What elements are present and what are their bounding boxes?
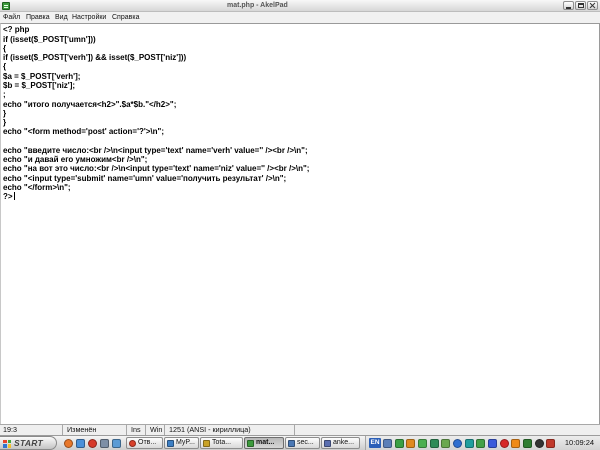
code-line[interactable]: } xyxy=(3,118,593,127)
code-line[interactable]: $a = $_POST['verh']; xyxy=(3,72,593,81)
tray-app-icon[interactable] xyxy=(476,439,485,448)
quick-launch-icon[interactable] xyxy=(112,439,121,448)
code-line[interactable]: } xyxy=(3,109,593,118)
code-line[interactable]: echo "и давай его умножим<br />\n"; xyxy=(3,155,593,164)
tray-app-icon[interactable] xyxy=(430,439,439,448)
code-line[interactable]: ; xyxy=(3,90,593,99)
tray-app-icon[interactable] xyxy=(395,439,404,448)
taskbar-button-label: Tota... xyxy=(212,439,232,446)
quick-launch-icon[interactable] xyxy=(64,439,73,448)
code-line[interactable]: echo "<input type='submit' name='umn' va… xyxy=(3,174,593,183)
code-line[interactable]: echo "<form method='post' action='?'>\n"… xyxy=(3,127,593,136)
start-button[interactable]: START xyxy=(0,436,57,450)
tray-app-icon[interactable] xyxy=(383,439,392,448)
menu-view[interactable]: Вид xyxy=(55,12,68,23)
tray-app-icon[interactable] xyxy=(546,439,555,448)
tray-app-icon[interactable] xyxy=(523,439,532,448)
app-icon xyxy=(167,440,174,447)
menu-help[interactable]: Справка xyxy=(112,12,139,23)
tray-app-icon[interactable] xyxy=(500,439,509,448)
clock[interactable]: 10:09:24 xyxy=(560,436,599,450)
language-indicator[interactable]: EN xyxy=(369,438,381,448)
code-line[interactable]: if (isset($_POST['umn'])) xyxy=(3,35,593,44)
status-filler xyxy=(294,425,600,435)
taskbar: START Отв... MyP... Tota... mat... sec..… xyxy=(0,435,600,450)
code-line[interactable]: echo "на вот это число:<br />\n<input ty… xyxy=(3,164,593,173)
tray-app-icon[interactable] xyxy=(418,439,427,448)
tray-app-icon[interactable] xyxy=(465,439,474,448)
code-line[interactable]: { xyxy=(3,62,593,71)
quick-launch-icon[interactable] xyxy=(100,439,109,448)
taskbar-button[interactable]: MyP... xyxy=(164,437,199,449)
tray-app-icon[interactable] xyxy=(406,439,415,448)
start-label: START xyxy=(14,438,44,448)
close-icon xyxy=(589,2,596,9)
akelpad-icon[interactable] xyxy=(2,2,10,10)
tray-app-icon[interactable] xyxy=(535,439,544,448)
tray-app-icon[interactable] xyxy=(511,439,520,448)
code-content: <? php if (isset($_POST['umn'])) { if (i… xyxy=(3,25,593,201)
opera-icon xyxy=(129,440,136,447)
taskbar-button[interactable]: Отв... xyxy=(126,437,163,449)
status-modified: Изменён xyxy=(62,425,126,435)
window-controls xyxy=(563,1,598,11)
windows-logo-icon xyxy=(3,439,11,448)
text-caret xyxy=(13,192,15,201)
akelpad-icon xyxy=(247,440,254,447)
tray-app-icon[interactable] xyxy=(453,439,462,448)
quick-launch-icon[interactable] xyxy=(76,439,85,448)
taskbar-button[interactable]: Tota... xyxy=(200,437,243,449)
status-encoding[interactable]: 1251 (ANSI - кириллица) xyxy=(164,425,294,435)
document-icon xyxy=(324,440,331,447)
quick-launch-icon[interactable] xyxy=(88,439,97,448)
status-line-endings[interactable]: Win xyxy=(145,425,164,435)
taskbar-button-label: anke... xyxy=(333,439,355,446)
code-line[interactable]: if (isset($_POST['verh']) && isset($_POS… xyxy=(3,53,593,62)
code-line[interactable]: $b = $_POST['niz']; xyxy=(3,81,593,90)
minimize-button[interactable] xyxy=(563,1,574,10)
code-line[interactable] xyxy=(3,137,593,146)
tray-app-icon[interactable] xyxy=(441,439,450,448)
code-line[interactable]: echo "</form>\n"; xyxy=(3,183,593,192)
menu-bar: Файл Правка Вид Настройки Справка xyxy=(0,12,600,23)
menu-file[interactable]: Файл xyxy=(3,12,20,23)
app-icon xyxy=(288,440,295,447)
maximize-icon xyxy=(577,3,584,8)
status-bar: 19:3 Изменён Ins Win 1251 (ANSI - кирилл… xyxy=(0,424,600,435)
menu-edit[interactable]: Правка xyxy=(26,12,50,23)
status-insert-mode[interactable]: Ins xyxy=(126,425,145,435)
text-editor[interactable]: <? php if (isset($_POST['umn'])) { if (i… xyxy=(0,23,600,424)
taskbar-button-label: sec... xyxy=(297,439,314,446)
maximize-button[interactable] xyxy=(575,1,586,10)
taskbar-button-label: MyP... xyxy=(176,439,195,446)
tray-app-icon[interactable] xyxy=(488,439,497,448)
total-commander-icon xyxy=(203,440,210,447)
taskbar-button-active[interactable]: mat... xyxy=(244,437,284,449)
code-line-text: ?> xyxy=(3,192,13,202)
status-cursor-position: 19:3 xyxy=(3,425,17,434)
minimize-icon xyxy=(566,7,571,9)
menu-settings[interactable]: Настройки xyxy=(72,12,106,23)
code-line[interactable]: echo "введите число:<br />\n<input type=… xyxy=(3,146,593,155)
taskbar-button-label: mat... xyxy=(256,439,275,446)
taskbar-button[interactable]: anke... xyxy=(321,437,360,449)
taskbar-button[interactable]: sec... xyxy=(285,437,320,449)
code-line[interactable]: <? php xyxy=(3,25,593,34)
title-bar[interactable]: mat.php - AkelPad xyxy=(0,0,600,12)
close-button[interactable] xyxy=(587,1,598,10)
code-line[interactable]: echo "итого получается<h2>".$a*$b."</h2>… xyxy=(3,100,593,109)
taskbar-button-label: Отв... xyxy=(138,439,157,446)
code-line[interactable]: { xyxy=(3,44,593,53)
window-title: mat.php - AkelPad xyxy=(227,2,288,9)
code-line[interactable]: ?> xyxy=(3,192,593,201)
